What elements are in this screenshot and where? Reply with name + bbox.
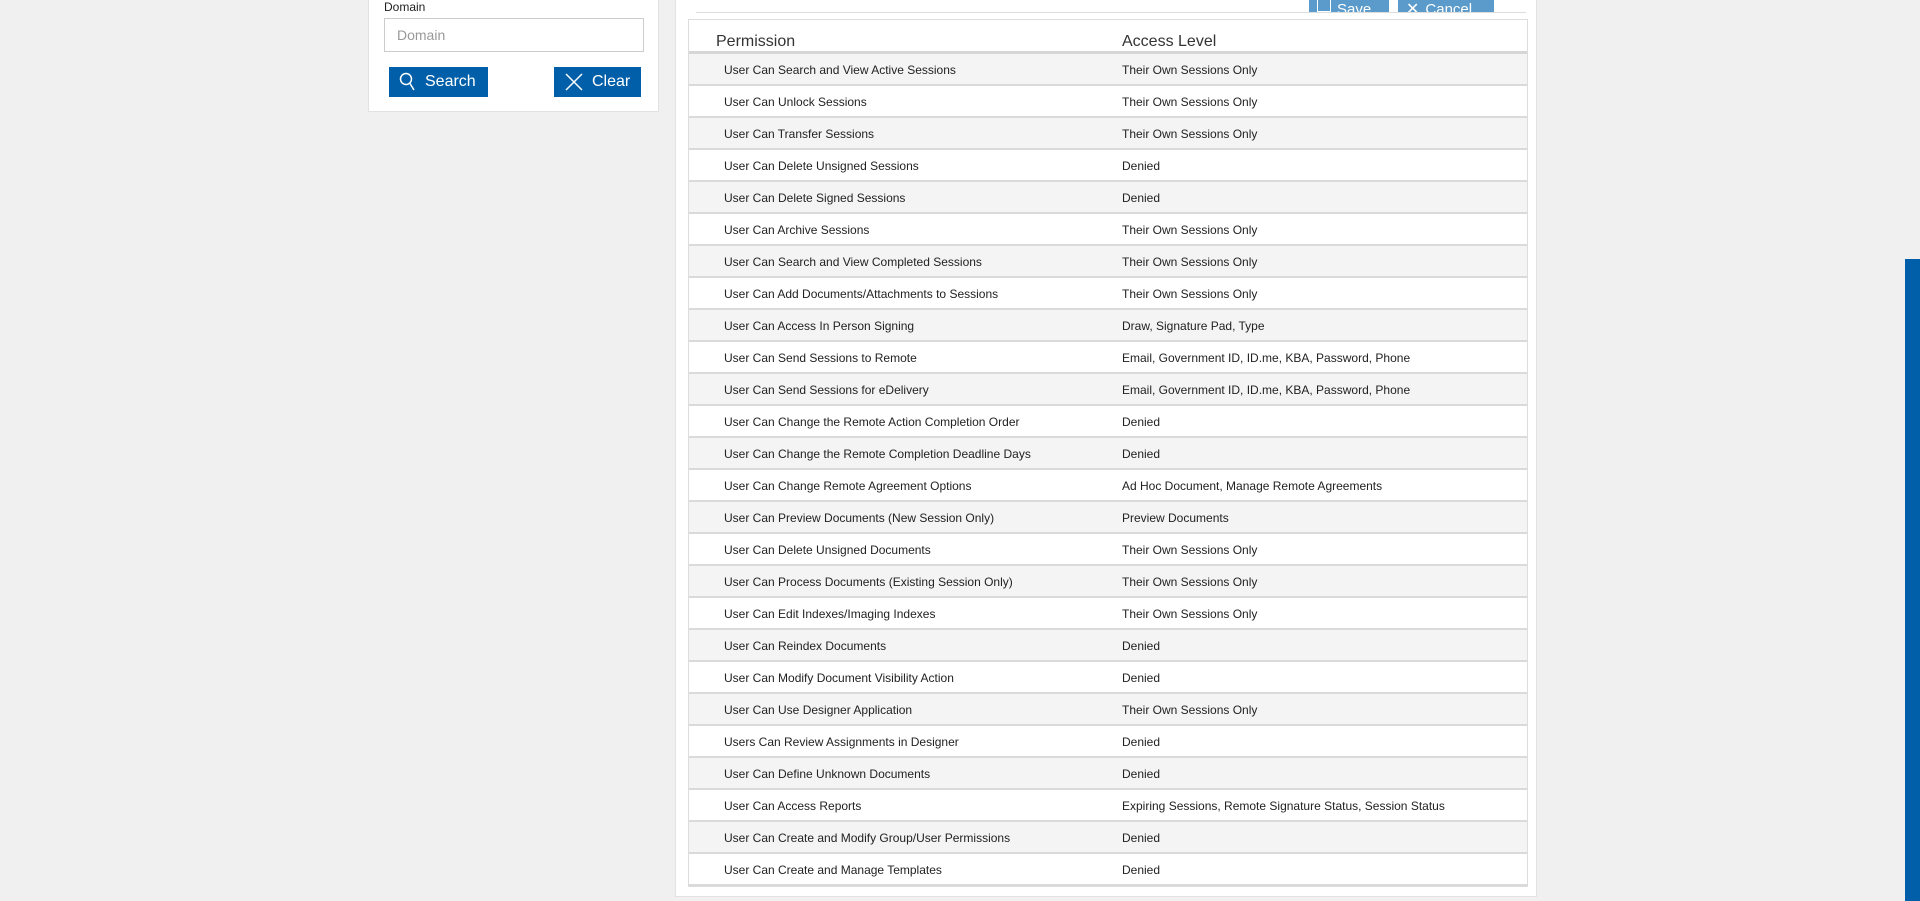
permission-cell: User Can Transfer Sessions [724,127,875,141]
access-level-cell[interactable]: Email, Government ID, ID.me, KBA, Passwo… [1122,383,1410,397]
table-row[interactable]: User Can Delete Unsigned Sessions Denied [689,150,1527,182]
table-row[interactable]: User Can Send Sessions for eDelivery Emai… [689,374,1527,406]
access-level-cell[interactable]: Draw, Signature Pad, Type [1122,319,1265,333]
table-row[interactable]: User Can Unlock Sessions Their Own Sessio… [689,86,1527,118]
table-row[interactable]: User Can Preview Documents (New Session … [689,502,1527,534]
access-level-cell[interactable]: Ad Hoc Document, Manage Remote Agreement… [1122,479,1382,493]
permission-cell: User Can Delete Unsigned Sessions [724,159,919,173]
access-level-cell[interactable]: Preview Documents [1122,511,1229,525]
access-level-cell[interactable]: Denied [1122,735,1160,749]
permission-cell: User Can Create and Manage Templates [724,863,942,877]
access-level-cell[interactable]: Denied [1122,159,1160,173]
table-row[interactable]: User Can Search and View Completed Sessi… [689,246,1527,278]
access-level-cell[interactable]: Their Own Sessions Only [1122,287,1257,301]
permission-cell: User Can Use Designer Application [724,703,913,717]
permission-cell: User Can Reindex Documents [724,639,887,653]
cancel-button[interactable]: ✕ Cancel [1398,0,1494,12]
permission-cell: User Can Add Documents/Attachments to Se… [724,287,999,301]
permission-cell: User Can Search and View Active Sessions [724,63,956,77]
save-button[interactable]: Save [1309,0,1389,12]
header-access-level: Access Level [1122,33,1217,50]
access-level-cell[interactable]: Denied [1122,639,1160,653]
table-row[interactable]: User Can Access Reports Expiring Sessions… [689,790,1527,822]
close-icon [565,73,583,91]
permission-cell: User Can Change the Remote Action Comple… [724,415,1020,429]
search-label: Search [425,73,476,90]
table-row[interactable]: User Can Reindex Documents Denied [689,630,1527,662]
access-level-cell[interactable]: Denied [1122,831,1160,845]
save-icon [1317,0,1331,12]
permission-cell: Users Can Review Assignments in Designer [724,735,959,749]
clear-label: Clear [592,73,631,90]
access-level-cell[interactable]: Denied [1122,447,1160,461]
permission-cell: User Can Modify Document Visibility Acti… [724,671,954,685]
permission-cell: User Can Create and Modify Group/User Pe… [724,831,1011,845]
permission-cell: User Can Archive Sessions [724,223,870,237]
access-level-cell[interactable]: Denied [1122,671,1160,685]
domain-label: Domain [384,0,426,14]
access-level-cell[interactable]: Denied [1122,191,1160,205]
table-row[interactable]: User Can Delete Unsigned Documents Their … [689,534,1527,566]
table-row[interactable]: User Can Delete Signed Sessions Denied [689,182,1527,214]
permission-cell: User Can Process Documents (Existing Ses… [724,575,1013,589]
access-level-cell[interactable]: Their Own Sessions Only [1122,95,1257,109]
permission-cell: User Can Change the Remote Completion De… [724,447,1031,461]
permission-cell: User Can Change Remote Agreement Options [724,479,972,493]
table-row[interactable]: User Can Add Documents/Attachments to Se… [689,278,1527,310]
access-level-cell[interactable]: Their Own Sessions Only [1122,255,1257,269]
permission-cell: User Can Search and View Completed Sessi… [724,255,982,269]
permission-cell: User Can Delete Unsigned Documents [724,543,931,557]
table-header: Permission Access Level [689,20,1527,54]
clear-button[interactable]: Clear [554,67,641,97]
permission-cell: User Can Delete Signed Sessions [724,191,906,205]
table-row[interactable]: User Can Create and Modify Group/User Pe… [689,822,1527,854]
access-level-cell[interactable]: Their Own Sessions Only [1122,575,1257,589]
access-level-cell[interactable]: Their Own Sessions Only [1122,127,1257,141]
table-row[interactable]: Users Can Review Assignments in Designer… [689,726,1527,758]
table-row[interactable]: User Can Create and Manage Templates Deni… [689,854,1527,886]
access-level-cell[interactable]: Denied [1122,767,1160,781]
access-level-cell[interactable]: Their Own Sessions Only [1122,703,1257,717]
scrollbar[interactable] [1905,259,1920,901]
table-row[interactable]: User Can Change Remote Agreement Options… [689,470,1527,502]
access-level-cell[interactable]: Denied [1122,415,1160,429]
filter-panel: Domain Search Clear [368,0,659,112]
access-level-cell[interactable]: Expiring Sessions, Remote Signature Stat… [1122,799,1445,813]
access-level-cell[interactable]: Their Own Sessions Only [1122,223,1257,237]
access-level-cell[interactable]: Their Own Sessions Only [1122,607,1257,621]
divider [696,12,1526,13]
permission-cell: User Can Preview Documents (New Session … [724,511,995,525]
access-level-cell[interactable]: Email, Government ID, ID.me, KBA, Passwo… [1122,351,1410,365]
table-row[interactable]: User Can Change the Remote Action Comple… [689,406,1527,438]
permission-cell: User Can Access In Person Signing [724,319,915,333]
header-permission: Permission [716,33,796,50]
permission-cell: User Can Define Unknown Documents [724,767,931,781]
table-row[interactable]: User Can Process Documents (Existing Ses… [689,566,1527,598]
table-row[interactable]: User Can Define Unknown Documents Denied [689,758,1527,790]
permission-cell: User Can Access Reports [724,799,862,813]
permissions-panel: Save ✕ Cancel Permission Access Level Us… [675,0,1537,897]
access-level-cell[interactable]: Denied [1122,863,1160,877]
permission-cell: User Can Send Sessions to Remote [724,351,917,365]
table-row[interactable]: User Can Send Sessions to Remote Email, G… [689,342,1527,374]
access-level-cell[interactable]: Their Own Sessions Only [1122,63,1257,77]
search-button[interactable]: Search [389,67,488,97]
table-row[interactable]: User Can Modify Document Visibility Acti… [689,662,1527,694]
permissions-table: Permission Access Level User Can Search … [688,19,1528,887]
table-row[interactable]: User Can Transfer Sessions Their Own Sess… [689,118,1527,150]
permission-cell: User Can Unlock Sessions [724,95,867,109]
permission-cell: User Can Edit Indexes/Imaging Indexes [724,607,936,621]
table-row[interactable]: User Can Change the Remote Completion De… [689,438,1527,470]
table-row[interactable]: User Can Access In Person Signing Draw, S… [689,310,1527,342]
access-level-cell[interactable]: Their Own Sessions Only [1122,543,1257,557]
table-row[interactable]: User Can Archive Sessions Their Own Sessi… [689,214,1527,246]
domain-input[interactable] [384,18,644,52]
search-icon [399,72,415,91]
table-row[interactable]: User Can Edit Indexes/Imaging Indexes The… [689,598,1527,630]
permission-cell: User Can Send Sessions for eDelivery [724,383,929,397]
table-row[interactable]: User Can Search and View Active Sessions… [689,54,1527,86]
table-row[interactable]: User Can Use Designer Application Their O… [689,694,1527,726]
